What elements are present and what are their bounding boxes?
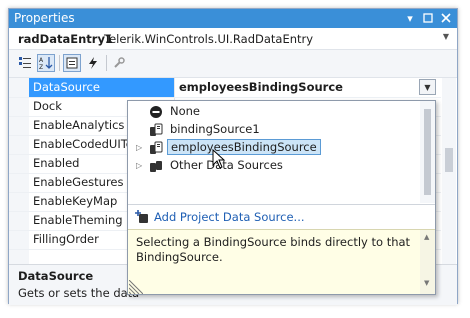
chevron-down-icon[interactable]: ▼: [419, 79, 436, 95]
toolbar-separator: [106, 55, 107, 71]
tree-item-none[interactable]: None: [128, 103, 420, 121]
properties-icon[interactable]: [63, 54, 81, 72]
object-name: radDataEntry1: [18, 32, 113, 46]
scrollbar-thumb[interactable]: [424, 109, 431, 195]
add-link-label[interactable]: Add Project Data Source...: [154, 210, 305, 224]
chevron-down-icon[interactable]: ▼: [443, 32, 449, 41]
property-pages-icon[interactable]: [110, 54, 128, 72]
property-name: EnableKeyMap: [33, 194, 118, 208]
none-icon: [149, 105, 163, 119]
pin-icon[interactable]: [420, 10, 436, 26]
property-name: EnableGestures: [33, 175, 124, 189]
tree-item-bindingsource1[interactable]: bindingSource1: [128, 121, 420, 139]
categorized-icon[interactable]: [16, 54, 34, 72]
hint-scrollbar[interactable]: ▲ ▼: [420, 230, 435, 294]
tree-item-label: None: [170, 104, 201, 118]
datasource-tree: None bindingSource1 ▷ employeesBindingSo…: [128, 101, 420, 203]
property-name: EnableTheming: [33, 213, 123, 227]
hint-pane: Selecting a BindingSource binds directly…: [128, 229, 435, 294]
toolbar-separator: [59, 55, 60, 71]
property-value[interactable]: employeesBindingSource: [179, 80, 343, 94]
title-bar: Properties ▾: [9, 9, 457, 28]
resize-grip-icon[interactable]: [129, 280, 143, 294]
binding-source-icon: [149, 123, 163, 137]
property-name: EnableCodedUITe: [33, 137, 133, 151]
mouse-cursor-icon: [212, 149, 226, 169]
scroll-up-icon[interactable]: ▲: [424, 233, 429, 241]
add-project-data-source-link[interactable]: Add Project Data Source...: [128, 204, 435, 229]
grid-scrollbar[interactable]: [442, 78, 456, 264]
data-sources-icon: [149, 159, 163, 173]
tree-item-label: Other Data Sources: [170, 158, 283, 172]
description-title: DataSource: [18, 269, 94, 283]
add-data-source-icon: [135, 210, 149, 224]
object-type: Telerik.WinControls.UI.RadDataEntry: [104, 32, 314, 46]
scrollbar-thumb[interactable]: [445, 148, 453, 172]
object-selector[interactable]: radDataEntry1 Telerik.WinControls.UI.Rad…: [9, 28, 457, 50]
scroll-down-icon[interactable]: ▼: [424, 279, 429, 287]
svg-text:Z: Z: [39, 64, 43, 70]
events-icon[interactable]: [84, 54, 102, 72]
toolbar: AZ: [9, 50, 457, 78]
dropdown-scrollbar[interactable]: [420, 101, 435, 203]
description-text: Gets or sets the data: [18, 286, 140, 300]
svg-text:A: A: [39, 57, 44, 64]
datasource-dropdown: None bindingSource1 ▷ employeesBindingSo…: [127, 100, 436, 295]
expand-arrow-icon[interactable]: ▷: [136, 161, 142, 170]
tree-item-other-data-sources[interactable]: ▷ Other Data Sources: [128, 157, 420, 175]
property-name: EnableAnalytics: [33, 118, 125, 132]
alphabetical-icon[interactable]: AZ: [37, 54, 55, 72]
property-name: Enabled: [33, 156, 80, 170]
expand-arrow-icon[interactable]: ▷: [136, 143, 142, 152]
window-title: Properties: [14, 11, 75, 25]
property-name: FillingOrder: [33, 232, 99, 246]
close-icon[interactable]: [438, 10, 454, 26]
hint-text: Selecting a BindingSource binds directly…: [136, 235, 411, 264]
binding-source-icon: [149, 141, 163, 155]
property-name: Dock: [33, 99, 62, 113]
window-position-dropdown-icon[interactable]: ▾: [402, 10, 418, 26]
tree-item-label: bindingSource1: [170, 122, 260, 136]
tree-item-employeesbindingsource[interactable]: ▷ employeesBindingSource: [128, 139, 420, 157]
property-name: DataSource: [33, 80, 100, 94]
property-row[interactable]: DataSource employeesBindingSource ▼: [9, 78, 441, 98]
tree-item-label: employeesBindingSource: [167, 139, 321, 155]
